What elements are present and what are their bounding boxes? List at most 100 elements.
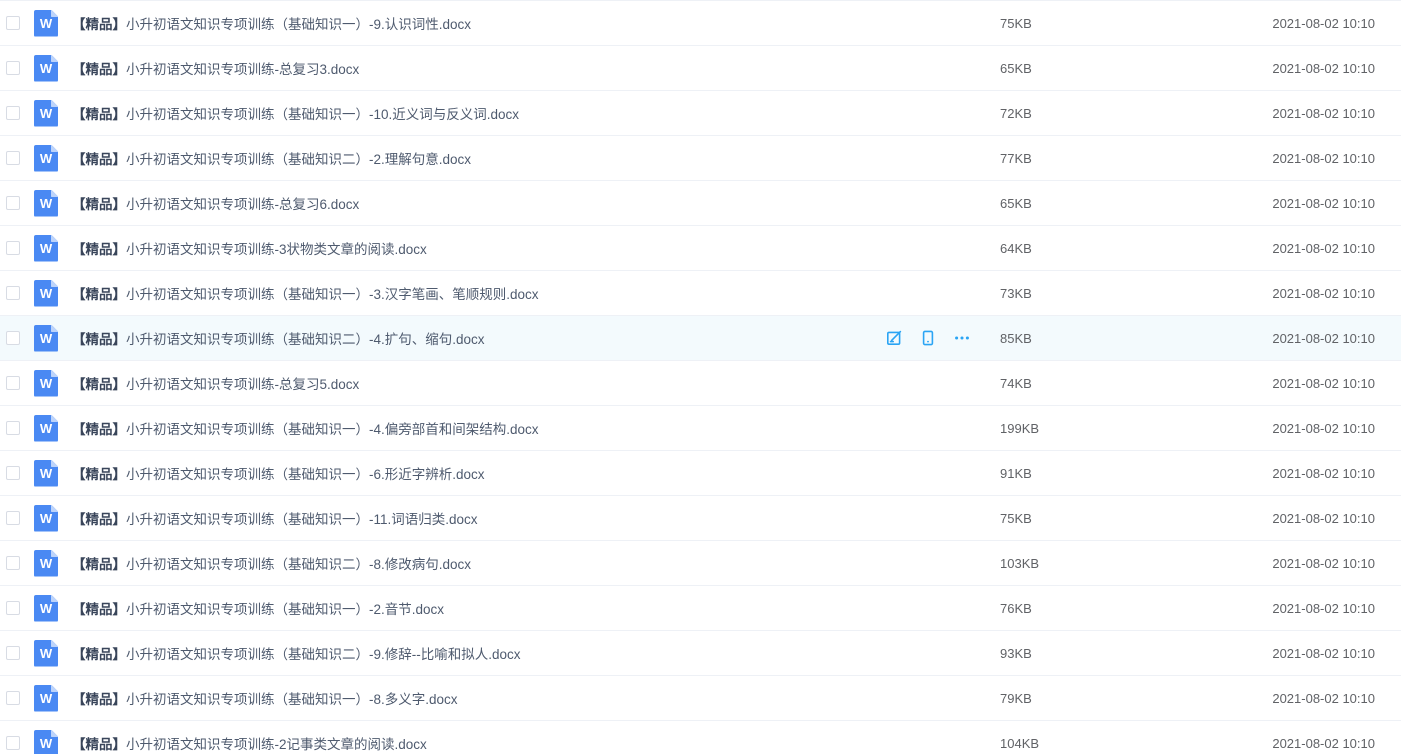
- file-date: 2021-08-02 10:10: [1120, 61, 1375, 76]
- file-row[interactable]: W 【精品】小升初语文知识专项训练-总复习6.docx: [0, 181, 1401, 226]
- word-doc-icon: W: [34, 550, 58, 577]
- file-row[interactable]: W 【精品】小升初语文知识专项训练（基础知识一）-11.词语归类.docx: [0, 496, 1401, 541]
- file-row[interactable]: W 【精品】小升初语文知识专项训练（基础知识二）-9.修辞--比喻和拟人.doc…: [0, 631, 1401, 676]
- file-row[interactable]: W 【精品】小升初语文知识专项训练-总复习5.docx: [0, 361, 1401, 406]
- row-checkbox[interactable]: [6, 736, 20, 750]
- file-name-text: 小升初语文知识专项训练（基础知识二）-2.理解句意.docx: [126, 152, 471, 167]
- file-date: 2021-08-02 10:10: [1120, 106, 1375, 121]
- row-checkbox[interactable]: [6, 61, 20, 75]
- doc-fold-corner: [51, 415, 58, 422]
- row-checkbox[interactable]: [6, 196, 20, 210]
- file-row[interactable]: W 【精品】小升初语文知识专项训练（基础知识一）-2.音节.docx: [0, 586, 1401, 631]
- file-name-prefix: 【精品】: [72, 152, 126, 167]
- file-name[interactable]: 【精品】小升初语文知识专项训练（基础知识一）-2.音节.docx: [72, 598, 885, 618]
- file-size: 79KB: [1000, 691, 1120, 706]
- doc-fold-corner: [51, 730, 58, 737]
- file-row[interactable]: W 【精品】小升初语文知识专项训练（基础知识一）-6.形近字辨析.docx: [0, 451, 1401, 496]
- row-checkbox[interactable]: [6, 331, 20, 345]
- row-checkbox[interactable]: [6, 106, 20, 120]
- file-row[interactable]: W 【精品】小升初语文知识专项训练-2记事类文章的阅读.docx: [0, 721, 1401, 754]
- row-checkbox[interactable]: [6, 151, 20, 165]
- file-name-text: 小升初语文知识专项训练-2记事类文章的阅读.docx: [126, 737, 427, 752]
- file-date: 2021-08-02 10:10: [1120, 466, 1375, 481]
- file-name[interactable]: 【精品】小升初语文知识专项训练（基础知识二）-2.理解句意.docx: [72, 148, 885, 168]
- file-row[interactable]: W 【精品】小升初语文知识专项训练（基础知识一）-3.汉字笔画、笔顺规则.doc…: [0, 271, 1401, 316]
- word-doc-icon: W: [34, 280, 58, 307]
- row-checkbox[interactable]: [6, 511, 20, 525]
- more-actions-icon[interactable]: [953, 329, 971, 347]
- word-doc-icon: W: [34, 145, 58, 172]
- row-checkbox[interactable]: [6, 646, 20, 660]
- row-checkbox[interactable]: [6, 241, 20, 255]
- file-row[interactable]: W 【精品】小升初语文知识专项训练-3状物类文章的阅读.docx: [0, 226, 1401, 271]
- file-row[interactable]: W 【精品】小升初语文知识专项训练（基础知识二）-4.扩句、缩句.docx: [0, 316, 1401, 361]
- file-size: 93KB: [1000, 646, 1120, 661]
- file-name[interactable]: 【精品】小升初语文知识专项训练-2记事类文章的阅读.docx: [72, 733, 885, 753]
- file-name[interactable]: 【精品】小升初语文知识专项训练（基础知识一）-6.形近字辨析.docx: [72, 463, 885, 483]
- word-doc-icon: W: [34, 640, 58, 667]
- file-name-prefix: 【精品】: [72, 602, 126, 617]
- file-name[interactable]: 【精品】小升初语文知识专项训练（基础知识一）-4.偏旁部首和间架结构.docx: [72, 418, 885, 438]
- file-size: 74KB: [1000, 376, 1120, 391]
- edit-icon[interactable]: [885, 329, 903, 347]
- file-name[interactable]: 【精品】小升初语文知识专项训练（基础知识一）-3.汉字笔画、笔顺规则.docx: [72, 283, 885, 303]
- file-name-prefix: 【精品】: [72, 737, 126, 752]
- row-checkbox[interactable]: [6, 466, 20, 480]
- row-checkbox[interactable]: [6, 421, 20, 435]
- word-doc-icon: W: [34, 370, 58, 397]
- file-row[interactable]: W 【精品】小升初语文知识专项训练（基础知识二）-2.理解句意.docx: [0, 136, 1401, 181]
- row-checkbox[interactable]: [6, 376, 20, 390]
- file-name-text: 小升初语文知识专项训练（基础知识二）-4.扩句、缩句.docx: [126, 332, 485, 347]
- row-checkbox[interactable]: [6, 556, 20, 570]
- file-date: 2021-08-02 10:10: [1120, 421, 1375, 436]
- file-name[interactable]: 【精品】小升初语文知识专项训练（基础知识一）-10.近义词与反义词.docx: [72, 103, 885, 123]
- file-size: 64KB: [1000, 241, 1120, 256]
- word-doc-icon: W: [34, 685, 58, 712]
- file-name[interactable]: 【精品】小升初语文知识专项训练（基础知识二）-4.扩句、缩句.docx: [72, 328, 885, 348]
- file-row[interactable]: W 【精品】小升初语文知识专项训练（基础知识一）-8.多义字.docx: [0, 676, 1401, 721]
- file-name[interactable]: 【精品】小升初语文知识专项训练（基础知识二）-8.修改病句.docx: [72, 553, 885, 573]
- file-name-text: 小升初语文知识专项训练（基础知识一）-4.偏旁部首和间架结构.docx: [126, 422, 539, 437]
- doc-fold-corner: [51, 190, 58, 197]
- file-name[interactable]: 【精品】小升初语文知识专项训练（基础知识一）-9.认识词性.docx: [72, 13, 885, 33]
- file-size: 77KB: [1000, 151, 1120, 166]
- word-doc-icon: W: [34, 10, 58, 37]
- file-name-text: 小升初语文知识专项训练-总复习6.docx: [126, 197, 359, 212]
- file-name-text: 小升初语文知识专项训练（基础知识一）-6.形近字辨析.docx: [126, 467, 485, 482]
- row-checkbox[interactable]: [6, 286, 20, 300]
- file-date: 2021-08-02 10:10: [1120, 556, 1375, 571]
- file-name[interactable]: 【精品】小升初语文知识专项训练（基础知识一）-8.多义字.docx: [72, 688, 885, 708]
- file-name[interactable]: 【精品】小升初语文知识专项训练-总复习6.docx: [72, 193, 885, 213]
- file-size: 85KB: [1000, 331, 1120, 346]
- file-name-prefix: 【精品】: [72, 557, 126, 572]
- word-doc-icon: W: [34, 595, 58, 622]
- file-name-prefix: 【精品】: [72, 332, 126, 347]
- file-date: 2021-08-02 10:10: [1120, 286, 1375, 301]
- row-checkbox[interactable]: [6, 16, 20, 30]
- file-row[interactable]: W 【精品】小升初语文知识专项训练（基础知识一）-9.认识词性.docx: [0, 1, 1401, 46]
- doc-fold-corner: [51, 460, 58, 467]
- file-row[interactable]: W 【精品】小升初语文知识专项训练-总复习3.docx: [0, 46, 1401, 91]
- file-date: 2021-08-02 10:10: [1120, 241, 1375, 256]
- doc-fold-corner: [51, 10, 58, 17]
- file-name[interactable]: 【精品】小升初语文知识专项训练-总复习5.docx: [72, 373, 885, 393]
- file-name[interactable]: 【精品】小升初语文知识专项训练-总复习3.docx: [72, 58, 885, 78]
- file-name-text: 小升初语文知识专项训练（基础知识一）-2.音节.docx: [126, 602, 444, 617]
- file-name[interactable]: 【精品】小升初语文知识专项训练（基础知识一）-11.词语归类.docx: [72, 508, 885, 528]
- row-checkbox[interactable]: [6, 601, 20, 615]
- file-name-prefix: 【精品】: [72, 62, 126, 77]
- mobile-preview-icon[interactable]: [919, 329, 937, 347]
- file-size: 199KB: [1000, 421, 1120, 436]
- file-name-text: 小升初语文知识专项训练-总复习3.docx: [126, 62, 359, 77]
- doc-fold-corner: [51, 325, 58, 332]
- word-doc-icon: W: [34, 190, 58, 217]
- file-name-prefix: 【精品】: [72, 197, 126, 212]
- file-date: 2021-08-02 10:10: [1120, 736, 1375, 751]
- file-date: 2021-08-02 10:10: [1120, 691, 1375, 706]
- file-row[interactable]: W 【精品】小升初语文知识专项训练（基础知识一）-10.近义词与反义词.docx: [0, 91, 1401, 136]
- file-row[interactable]: W 【精品】小升初语文知识专项训练（基础知识二）-8.修改病句.docx: [0, 541, 1401, 586]
- file-name[interactable]: 【精品】小升初语文知识专项训练-3状物类文章的阅读.docx: [72, 238, 885, 258]
- file-row[interactable]: W 【精品】小升初语文知识专项训练（基础知识一）-4.偏旁部首和间架结构.doc…: [0, 406, 1401, 451]
- file-name[interactable]: 【精品】小升初语文知识专项训练（基础知识二）-9.修辞--比喻和拟人.docx: [72, 643, 885, 663]
- row-checkbox[interactable]: [6, 691, 20, 705]
